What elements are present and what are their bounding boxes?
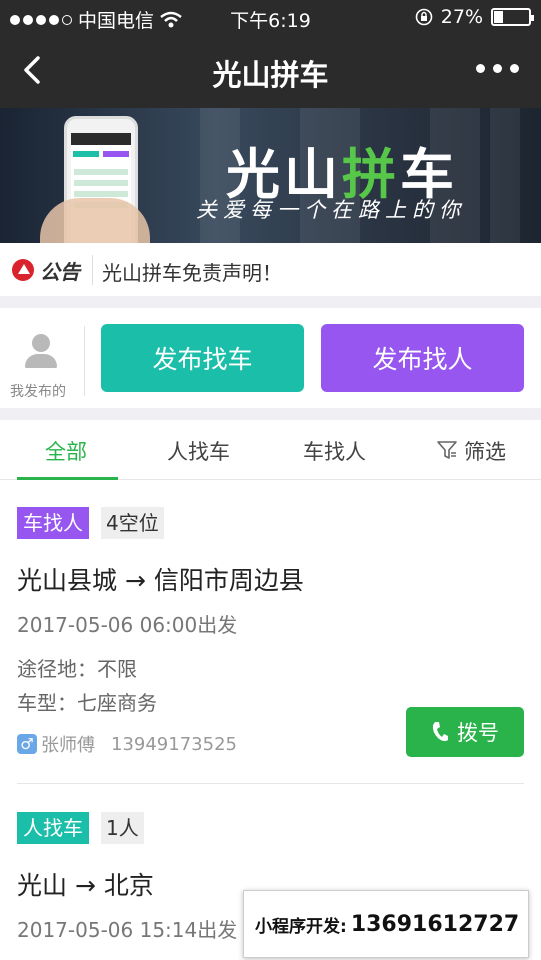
trip-route: 光山县城 → 信阳市周边县 [17,566,304,595]
tab-car-find-person[interactable]: 车找人 [303,436,366,466]
rotation-lock-icon [415,8,433,26]
announcement-icon [12,259,34,281]
seats-badge: 1人 [101,812,144,844]
section-gap [0,296,541,308]
seats-badge: 4空位 [101,507,164,539]
arrow-icon: → [117,566,154,595]
trip-type-badge: 车找人 [17,507,89,539]
battery-percent: 27% [440,6,483,28]
trip-card[interactable]: 车找人 4空位 光山县城 → 信阳市周边县 2017-05-06 06:00出发… [0,481,541,785]
publish-section: 我发布的 发布找车 发布找人 [0,308,541,408]
hand-illustration [40,198,150,243]
notice-text[interactable]: 光山拼车免责声明！ [102,257,282,286]
trip-datetime: 2017-05-06 06:00出发 [17,613,238,637]
banner-slogan: 关爱每一个在路上的你 [196,198,466,222]
page-title: 光山拼车 [212,58,329,92]
trip-car-model: 车型：七座商务 [17,691,157,715]
tab-all[interactable]: 全部 [45,436,87,466]
section-gap [0,408,541,420]
ad-phone-number: 13691612727 [350,911,520,937]
male-icon: ♂ [17,734,37,754]
trip-datetime: 2017-05-06 15:14出发 [17,918,238,942]
publish-find-person-button[interactable]: 发布找人 [321,324,524,392]
notice-bar[interactable]: 公告 光山拼车免责声明！ [0,243,541,296]
banner[interactable]: 光山拼车 关爱每一个在路上的你 [0,108,541,243]
driver-phone: 13949173525 [111,733,237,755]
arrow-icon: → [67,871,104,900]
battery-icon [491,8,534,26]
divider [92,255,93,285]
phone-icon [432,722,448,742]
floating-ad[interactable]: 小程序开发: 13691612727 [243,890,529,958]
trip-via: 途径地：不限 [17,657,137,681]
my-published-link[interactable]: 我发布的 [10,381,66,401]
nav-bar: 光山拼车 [0,36,541,108]
tab-filter[interactable]: 筛选 [464,436,506,466]
filter-icon[interactable] [436,439,458,461]
dial-button[interactable]: 拨号 [406,707,524,757]
driver-info: ♂ 张师傅 13949173525 [17,731,237,757]
filter-tabs: 全部 人找车 车找人 筛选 [0,420,541,480]
notice-tag: 公告 [40,260,80,284]
divider [17,783,524,784]
publish-find-car-button[interactable]: 发布找车 [101,324,304,392]
ad-label: 小程序开发: [255,916,347,937]
trip-type-badge: 人找车 [17,812,89,844]
status-bar: 中国电信 下午6:19 27% [0,0,541,36]
active-tab-indicator [17,477,118,480]
driver-name: 张师傅 [41,735,95,756]
avatar-icon[interactable] [22,330,60,368]
divider [84,326,85,396]
dial-label: 拨号 [457,721,499,745]
more-icon[interactable] [476,64,519,73]
trip-route: 光山 → 北京 [17,871,154,900]
tab-person-find-car[interactable]: 人找车 [167,436,230,466]
